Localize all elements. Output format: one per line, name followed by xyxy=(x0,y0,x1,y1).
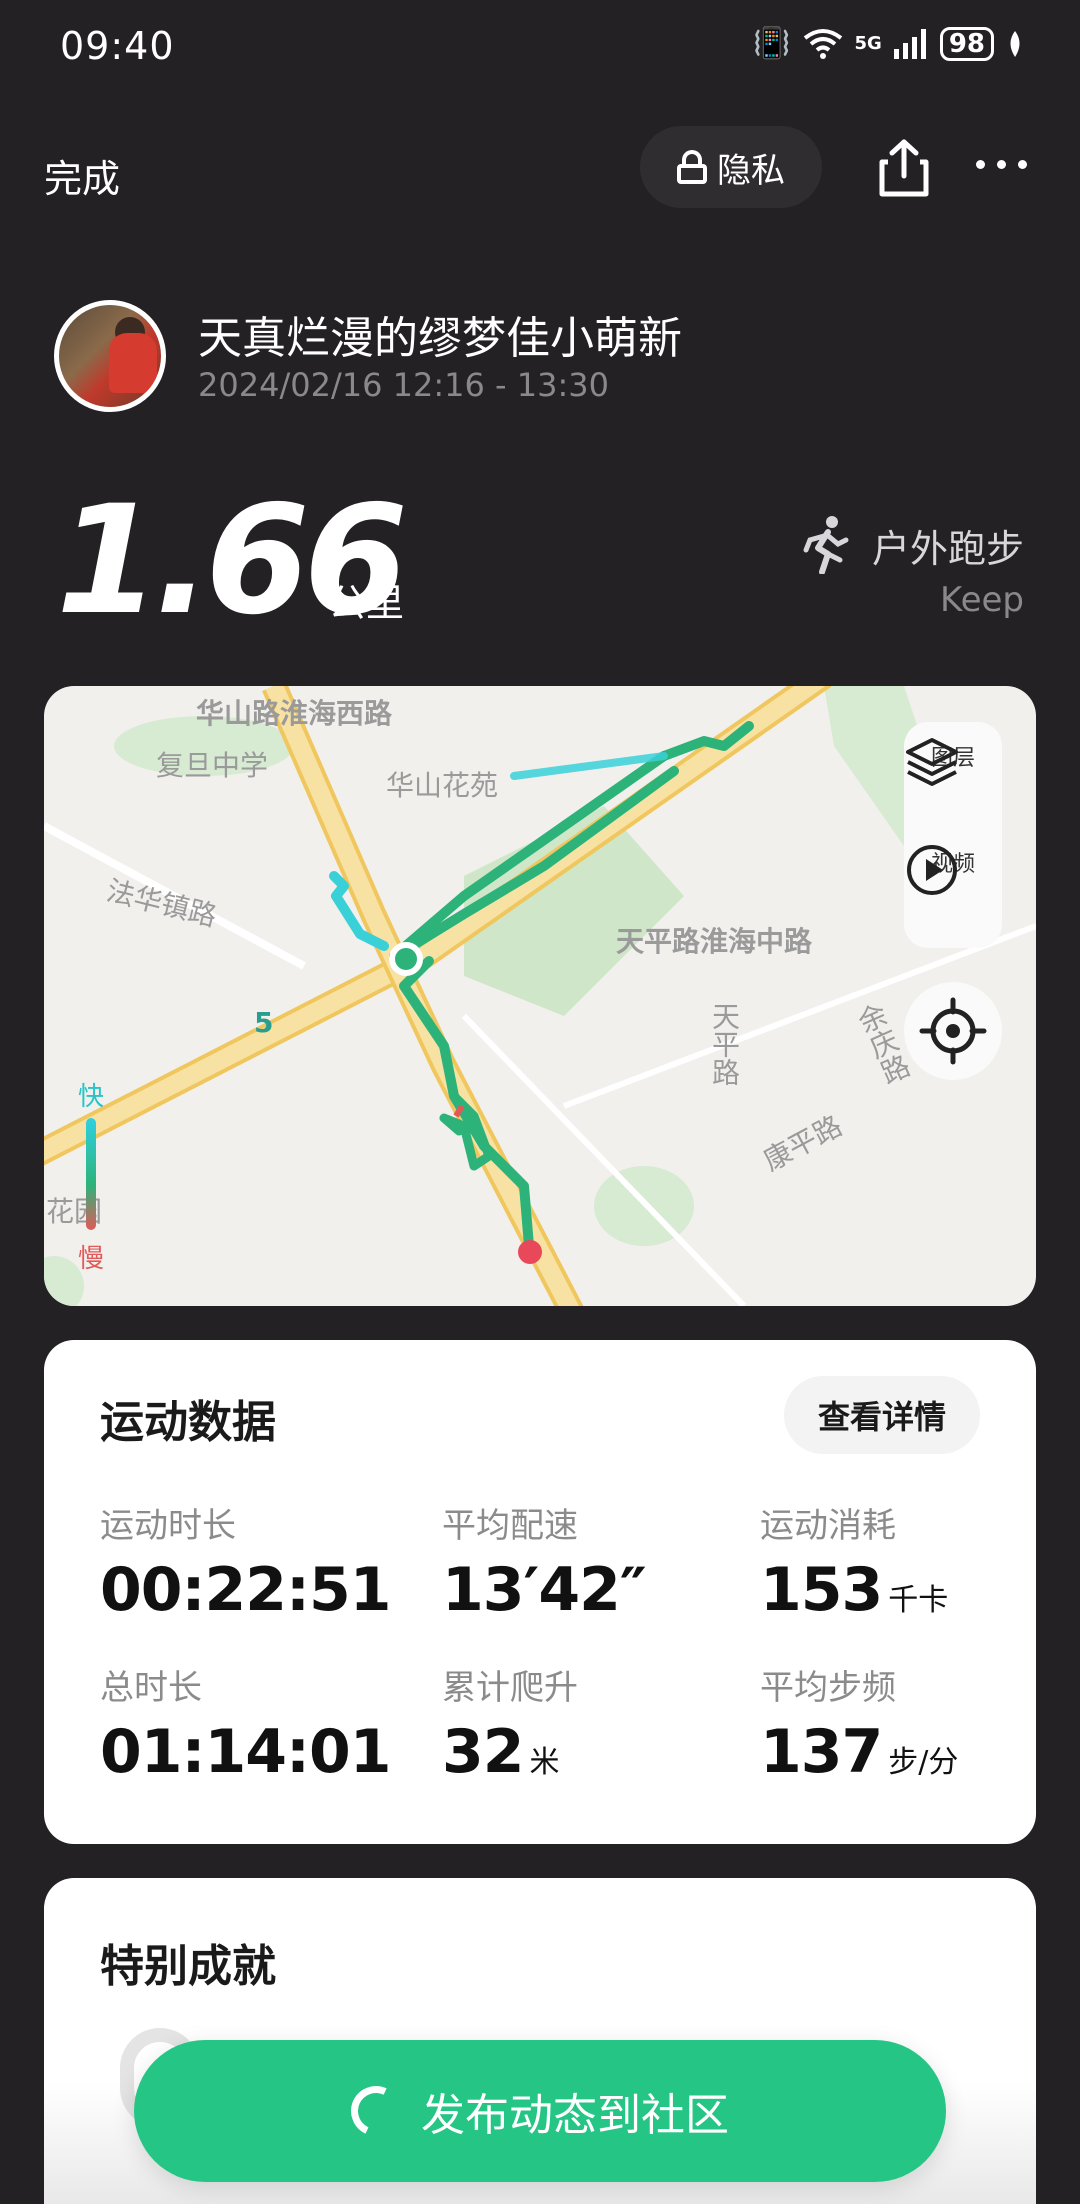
status-bar: 09:40 📳 5G 98 xyxy=(0,0,1080,96)
vibrate-icon: 📳 xyxy=(753,26,791,61)
stat-label: 平均步频 xyxy=(760,1668,896,1708)
sports-data-card: 运动数据 查看详情 运动时长 00:22:51 平均配速 13′42″ 运动消耗… xyxy=(44,1340,1036,1844)
publish-label: 发布动态到社区 xyxy=(421,2090,729,2141)
map-label-road-4: 天平路 xyxy=(708,1002,741,1086)
activity-time-range: 2024/02/16 12:16 - 13:30 xyxy=(198,366,609,404)
stat-label: 平均配速 xyxy=(442,1506,578,1546)
route-map[interactable]: 华山路淮海西路 复旦中学 华山花苑 法华镇路 天平路淮海中路 天平路 余庆路 康… xyxy=(44,686,1036,1306)
map-controls: 图层 视频 xyxy=(904,722,1002,948)
status-time: 09:40 xyxy=(60,24,175,68)
layers-button[interactable]: 图层 xyxy=(904,736,1002,786)
stat-value: 13′42″ xyxy=(442,1555,647,1625)
route-end-marker xyxy=(518,1240,542,1264)
layers-icon xyxy=(906,738,958,786)
signal-icon xyxy=(893,28,926,59)
stat-value: 00:22:51 xyxy=(100,1555,391,1625)
achievements-title: 特别成就 xyxy=(100,1941,276,1992)
map-label-road-3: 天平路淮海中路 xyxy=(616,925,813,958)
speed-legend-slow: 慢 xyxy=(78,1244,105,1274)
status-icons: 📳 5G 98 xyxy=(753,26,1024,61)
user-name: 天真烂漫的缪梦佳小萌新 xyxy=(198,313,682,364)
stat-elevation: 累计爬升 32 米 xyxy=(442,1660,578,1787)
publish-to-community-button[interactable]: 发布动态到社区 xyxy=(134,2040,946,2182)
avatar[interactable] xyxy=(54,300,166,412)
map-label-school: 复旦中学 xyxy=(156,749,269,782)
top-bar: 完成 隐私 xyxy=(0,126,1080,216)
route-start-marker xyxy=(389,942,423,976)
stat-cadence: 平均步频 137 步/分 xyxy=(760,1660,958,1787)
more-options-icon[interactable] xyxy=(976,154,1032,174)
activity-type: 户外跑步 xyxy=(871,527,1024,571)
sports-data-title: 运动数据 xyxy=(100,1397,276,1448)
map-label-road-1: 华山路淮海西路 xyxy=(196,697,393,730)
stat-label: 总时长 xyxy=(100,1668,202,1708)
stat-unit: 千卡 xyxy=(888,1583,949,1618)
network-type: 5G xyxy=(854,33,882,54)
stat-unit: 步/分 xyxy=(888,1745,959,1780)
privacy-button[interactable]: 隐私 xyxy=(640,126,822,208)
locate-button[interactable] xyxy=(904,982,1002,1080)
stat-label: 累计爬升 xyxy=(442,1668,578,1708)
speed-gradient-bar xyxy=(86,1118,96,1230)
loading-spinner-icon xyxy=(343,2078,409,2144)
view-details-button[interactable]: 查看详情 xyxy=(784,1376,980,1454)
done-button[interactable]: 完成 xyxy=(44,148,120,203)
stat-value: 01:14:01 xyxy=(100,1717,391,1787)
map-label-garden: 华山花苑 xyxy=(386,769,499,802)
stat-unit: 米 xyxy=(529,1745,560,1780)
stat-value: 137 xyxy=(760,1717,883,1787)
video-button[interactable]: 视频 xyxy=(904,842,1002,895)
locate-icon xyxy=(919,997,987,1065)
stat-total-time: 总时长 01:14:01 xyxy=(100,1660,391,1787)
distance-unit: 公里 xyxy=(328,581,405,625)
activity-source: Keep xyxy=(939,580,1024,620)
play-icon xyxy=(907,845,957,895)
stat-label: 运动时长 xyxy=(100,1506,236,1546)
privacy-label: 隐私 xyxy=(717,150,785,191)
map-label-marker-5: 5 xyxy=(254,1006,274,1039)
stat-pace: 平均配速 13′42″ xyxy=(442,1498,647,1625)
stat-label: 运动消耗 xyxy=(760,1506,896,1546)
speed-legend-fast: 快 xyxy=(78,1082,105,1112)
stat-value: 153 xyxy=(760,1555,883,1625)
lock-icon xyxy=(677,150,707,184)
leaf-icon xyxy=(1010,30,1020,57)
stat-value: 32 xyxy=(442,1717,524,1787)
wifi-icon xyxy=(803,28,842,59)
running-icon xyxy=(803,516,849,574)
battery-indicator: 98 xyxy=(939,26,994,61)
stat-calories: 运动消耗 153 千卡 xyxy=(760,1498,948,1625)
share-icon[interactable] xyxy=(876,138,932,198)
stat-duration: 运动时长 00:22:51 xyxy=(100,1498,391,1625)
